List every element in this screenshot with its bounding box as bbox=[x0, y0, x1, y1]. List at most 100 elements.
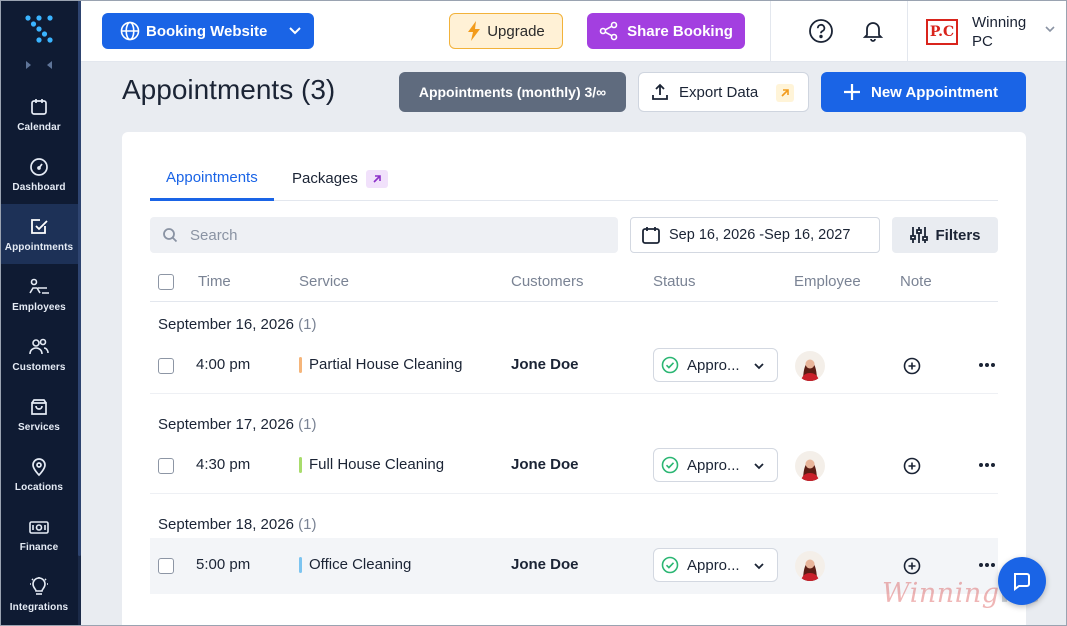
chevron-down-icon bbox=[754, 563, 764, 570]
sidebar-item-finance[interactable]: Finance bbox=[0, 504, 78, 564]
employee-avatar[interactable] bbox=[795, 451, 825, 481]
plus-icon bbox=[844, 84, 860, 100]
sidebar-item-label: Appointments bbox=[4, 242, 74, 253]
booking-website-button[interactable]: Booking Website bbox=[102, 13, 314, 49]
tab-label: Appointments bbox=[166, 168, 258, 186]
chat-support-button[interactable] bbox=[998, 557, 1046, 605]
sidebar-item-customers[interactable]: Customers bbox=[0, 324, 78, 384]
collapse-arrow-icon bbox=[47, 61, 52, 69]
add-note-icon[interactable] bbox=[903, 557, 921, 575]
app-logo-icon[interactable] bbox=[24, 14, 54, 44]
chevron-down-icon[interactable] bbox=[1044, 24, 1056, 34]
service-color-marker bbox=[299, 457, 302, 473]
group-date: September 18, 2026 bbox=[158, 516, 294, 533]
column-header-time[interactable]: Time bbox=[198, 273, 231, 290]
row-checkbox[interactable] bbox=[158, 458, 174, 474]
filters-button[interactable]: Filters bbox=[892, 217, 998, 253]
column-header-status[interactable]: Status bbox=[653, 273, 696, 290]
select-all-checkbox[interactable] bbox=[158, 274, 174, 290]
checkbox-icon bbox=[28, 216, 50, 238]
share-booking-button[interactable]: Share Booking bbox=[587, 13, 745, 49]
bell-icon[interactable] bbox=[861, 19, 885, 43]
table-header: Time Service Customers Status Employee N… bbox=[150, 262, 998, 302]
chevron-down-icon[interactable] bbox=[288, 25, 302, 37]
column-header-employee[interactable]: Employee bbox=[794, 273, 861, 290]
help-icon[interactable] bbox=[808, 18, 834, 44]
row-customer[interactable]: Jone Doe bbox=[511, 456, 579, 473]
monthly-quota-button[interactable]: Appointments (monthly) 3/∞ bbox=[399, 72, 626, 112]
group-date-header: September 16, 2026 (1) bbox=[158, 316, 316, 333]
sidebar-item-locations[interactable]: Locations bbox=[0, 444, 78, 504]
export-data-button[interactable]: Export Data bbox=[638, 72, 809, 112]
add-note-icon[interactable] bbox=[903, 457, 921, 475]
table-row[interactable]: 5:00 pm Office Cleaning Jone Doe Appro..… bbox=[150, 538, 998, 594]
globe-icon bbox=[120, 21, 140, 41]
sidebar-item-calendar[interactable]: Calendar bbox=[0, 84, 78, 144]
table-row[interactable]: 4:00 pm Partial House Cleaning Jone Doe … bbox=[150, 338, 998, 394]
tab-appointments[interactable]: Appointments bbox=[150, 156, 274, 201]
more-options-icon[interactable] bbox=[978, 462, 996, 468]
group-date: September 16, 2026 bbox=[158, 316, 294, 333]
sidebar-item-appointments[interactable]: Appointments bbox=[0, 204, 78, 264]
new-appointment-button[interactable]: New Appointment bbox=[821, 72, 1026, 112]
sidebar: Calendar Dashboard Appointments Employee… bbox=[0, 0, 78, 626]
date-range-value: Sep 16, 2026 -Sep 16, 2027 bbox=[669, 227, 851, 243]
column-header-note[interactable]: Note bbox=[900, 273, 932, 290]
sidebar-item-label: Employees bbox=[12, 302, 66, 313]
sidebar-item-integrations[interactable]: Integrations bbox=[0, 564, 78, 624]
sidebar-item-label: Calendar bbox=[17, 122, 61, 133]
row-checkbox[interactable] bbox=[158, 358, 174, 374]
account-name: Winning PC bbox=[972, 14, 1027, 50]
sidebar-item-label: Customers bbox=[12, 362, 66, 373]
map-pin-icon bbox=[28, 456, 50, 478]
sidebar-item-label: Locations bbox=[14, 482, 64, 493]
group-count: (1) bbox=[298, 416, 317, 433]
column-header-service[interactable]: Service bbox=[299, 273, 349, 290]
sidebar-item-employees[interactable]: Employees bbox=[0, 264, 78, 324]
employee-avatar[interactable] bbox=[795, 551, 825, 581]
expand-arrow-icon bbox=[26, 61, 31, 69]
search-icon bbox=[163, 228, 178, 243]
search-input[interactable] bbox=[190, 226, 590, 244]
external-link-icon bbox=[776, 84, 794, 102]
bulb-icon bbox=[28, 576, 50, 598]
row-time: 4:30 pm bbox=[196, 456, 251, 473]
sidebar-item-services[interactable]: Services bbox=[0, 384, 78, 444]
upgrade-label: Upgrade bbox=[487, 22, 545, 40]
money-icon bbox=[28, 516, 50, 538]
more-options-icon[interactable] bbox=[978, 362, 996, 368]
collapse-sidebar-toggle[interactable] bbox=[26, 59, 52, 71]
tab-label: Packages bbox=[292, 170, 358, 187]
sidebar-item-label: Services bbox=[18, 422, 60, 433]
more-options-icon[interactable] bbox=[978, 562, 996, 568]
account-menu[interactable]: P.C Winning PC bbox=[926, 14, 1042, 50]
row-customer[interactable]: Jone Doe bbox=[511, 556, 579, 573]
divider bbox=[907, 0, 908, 62]
tab-packages[interactable]: Packages bbox=[292, 156, 388, 201]
upload-icon bbox=[652, 83, 668, 100]
scrollbar-thumb[interactable] bbox=[78, 0, 81, 556]
chevron-down-icon bbox=[754, 463, 764, 470]
row-checkbox[interactable] bbox=[158, 558, 174, 574]
table-row[interactable]: 4:30 pm Full House Cleaning Jone Doe App… bbox=[150, 438, 998, 494]
sidebar-item-label: Dashboard bbox=[12, 182, 66, 193]
status-dropdown[interactable]: Appro... bbox=[653, 448, 778, 482]
status-dropdown[interactable]: Appro... bbox=[653, 548, 778, 582]
date-range-picker[interactable]: Sep 16, 2026 -Sep 16, 2027 bbox=[630, 217, 880, 253]
sidebar-item-dashboard[interactable]: Dashboard bbox=[0, 144, 78, 204]
lightning-icon bbox=[468, 21, 481, 41]
column-header-customers[interactable]: Customers bbox=[511, 273, 584, 290]
check-circle-icon bbox=[661, 556, 679, 574]
row-service: Partial House Cleaning bbox=[309, 356, 463, 373]
status-dropdown[interactable]: Appro... bbox=[653, 348, 778, 382]
add-note-icon[interactable] bbox=[903, 357, 921, 375]
upgrade-button[interactable]: Upgrade bbox=[449, 13, 563, 49]
share-booking-label: Share Booking bbox=[627, 22, 733, 40]
row-customer[interactable]: Jone Doe bbox=[511, 356, 579, 373]
divider bbox=[770, 0, 771, 62]
search-field[interactable] bbox=[150, 217, 618, 253]
new-appointment-label: New Appointment bbox=[871, 83, 998, 101]
check-circle-icon bbox=[661, 356, 679, 374]
employee-avatar[interactable] bbox=[795, 351, 825, 381]
sidebar-scrollbar[interactable] bbox=[78, 0, 81, 626]
